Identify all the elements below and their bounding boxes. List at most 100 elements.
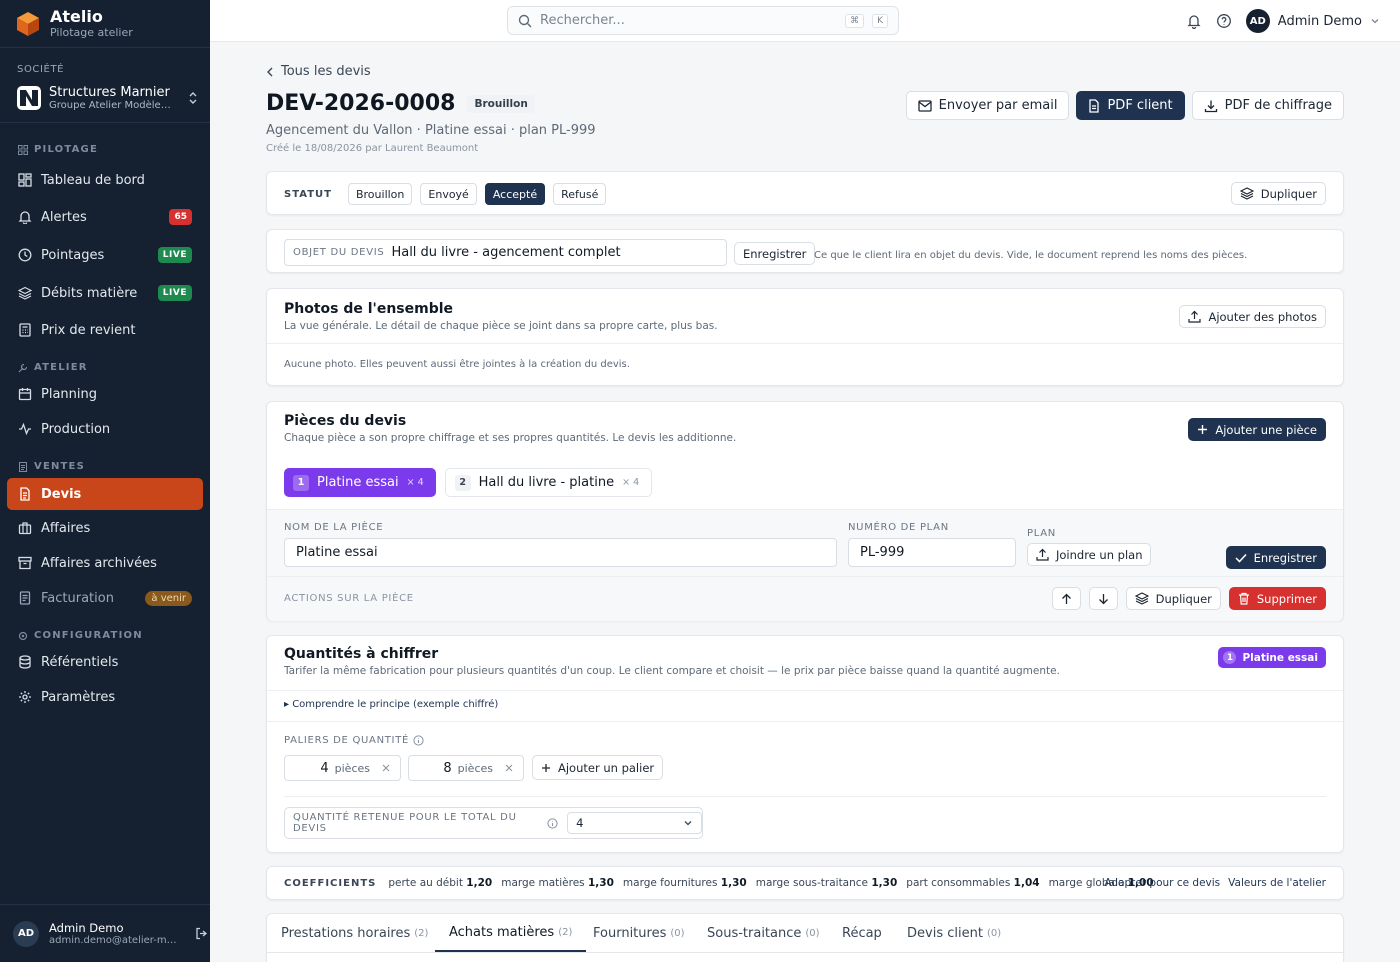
sidebar-item-parametres[interactable]: Paramètres: [7, 681, 203, 713]
duplicate-quote-button[interactable]: Dupliquer: [1230, 182, 1326, 205]
sidebar-item-prix-de-revient[interactable]: Prix de revient: [7, 314, 203, 346]
company-section-label: SOCIÉTÉ: [17, 64, 65, 75]
search-input[interactable]: Rechercher... ⌘ K: [507, 6, 899, 35]
objet-value: Hall du livre - agencement complet: [391, 245, 621, 260]
sidebar-user[interactable]: AD Admin Demo admin.demo@atelier-modele.…: [0, 904, 210, 962]
user-menu[interactable]: AD Admin Demo: [1245, 9, 1380, 33]
sidebar-item-tableau-de-bord[interactable]: Tableau de bord: [7, 164, 203, 196]
status-option-brouillon[interactable]: Brouillon: [347, 183, 413, 205]
adapt-coefficients-link[interactable]: Adapter pour ce devis: [1104, 877, 1220, 889]
piece-tab-1[interactable]: 1 Platine essai × 4: [284, 468, 436, 497]
workshop-defaults-link[interactable]: Valeurs de l'atelier: [1228, 877, 1326, 889]
coefficients-label: COEFFICIENTS: [284, 877, 377, 889]
back-link[interactable]: Tous les devis: [266, 64, 371, 79]
sidebar-item-alertes[interactable]: Alertes 65: [7, 201, 203, 233]
piece-name: Platine essai: [1242, 651, 1318, 664]
join-plan-button[interactable]: Joindre un plan: [1027, 543, 1152, 566]
remove-tier-icon[interactable]: [505, 764, 513, 772]
retained-quantity-select[interactable]: 4: [567, 812, 702, 834]
plan-number-input[interactable]: PL-999: [848, 538, 1016, 567]
sidebar-item-production[interactable]: Production: [7, 413, 203, 445]
status-option-envoye[interactable]: Envoyé: [420, 183, 477, 205]
notifications-bell-icon[interactable]: [1186, 13, 1202, 29]
topbar: Rechercher... ⌘ K AD Admin Demo: [210, 0, 1400, 42]
sidebar-item-affaires[interactable]: Affaires: [7, 512, 203, 544]
add-piece-button[interactable]: Ajouter une pièce: [1188, 418, 1326, 441]
coef-marge-sous-traitance: marge sous-traitance 1,30: [756, 877, 898, 889]
sidebar-item-pointages[interactable]: Pointages LIVE: [7, 239, 203, 271]
status-option-refuse[interactable]: Refusé: [553, 183, 607, 205]
save-piece-button[interactable]: Enregistrer: [1225, 546, 1326, 569]
coef-value: 1,30: [588, 877, 614, 889]
sidebar-item-devis[interactable]: Devis: [7, 478, 203, 510]
send-email-button[interactable]: Envoyer par email: [905, 91, 1070, 120]
calculator-icon: [18, 323, 32, 337]
coef-name: marge sous-traitance: [755, 877, 869, 889]
sidebar-item-referentiels[interactable]: Référentiels: [7, 646, 203, 678]
plus-icon: [1197, 424, 1208, 435]
arrow-down-icon: [1098, 593, 1109, 605]
shortcut-key: ⌘: [845, 13, 865, 28]
logout-icon[interactable]: [195, 927, 208, 940]
coming-soon-badge: à venir: [145, 590, 192, 606]
arrow-up-icon: [1061, 593, 1072, 605]
search-icon: [518, 14, 532, 28]
archive-icon: [18, 556, 32, 570]
tab-fournitures[interactable]: Fournitures (0): [593, 914, 685, 952]
piece-name-input[interactable]: Platine essai: [284, 538, 837, 567]
move-up-button[interactable]: [1051, 587, 1081, 610]
section-atelier: ATELIER: [0, 362, 88, 373]
pdf-client-button[interactable]: PDF client: [1076, 91, 1185, 120]
tab-label: Devis client: [907, 925, 983, 941]
tab-sous-traitance[interactable]: Sous-traitance (0): [707, 914, 820, 952]
objet-input[interactable]: OBJET DU DEVIS Hall du livre - agencemen…: [284, 239, 727, 266]
status-option-accepte[interactable]: Accepté: [484, 183, 546, 205]
photos-title: Photos de l'ensemble: [284, 301, 454, 317]
chevron-down-icon: [1370, 16, 1380, 26]
user-name: Admin Demo: [49, 921, 124, 935]
sidebar-item-debits-matiere[interactable]: Débits matière LIVE: [7, 277, 203, 309]
tab-achats-matieres[interactable]: Achats matières (2): [435, 914, 587, 952]
delete-piece-button[interactable]: Supprimer: [1228, 587, 1326, 610]
pieces-card: Pièces du devis Chaque pièce a son propr…: [266, 401, 1344, 621]
live-badge: LIVE: [157, 285, 192, 301]
delete-piece-label: Supprimer: [1256, 591, 1317, 606]
help-icon[interactable]: [1216, 13, 1232, 29]
pdf-chiffrage-button[interactable]: PDF de chiffrage: [1191, 91, 1344, 120]
remove-tier-icon[interactable]: [382, 764, 390, 772]
coef-marge-matieres: marge matières 1,30: [501, 877, 614, 889]
add-tier-button[interactable]: Ajouter un palier: [532, 755, 664, 780]
plus-icon: [541, 763, 551, 773]
sidebar-item-planning[interactable]: Planning: [7, 378, 203, 410]
tab-prestations-horaires[interactable]: Prestations horaires (2): [281, 914, 428, 952]
sidebar-item-label: Prix de revient: [41, 322, 136, 338]
receipt-icon: [18, 591, 32, 605]
coef-value: 1,30: [720, 877, 747, 889]
piece-tab-2[interactable]: 2 Hall du livre - platine × 4: [444, 468, 653, 497]
principle-toggle[interactable]: ▸ Comprendre le principe (exemple chiffr…: [284, 699, 498, 710]
tier-2[interactable]: 8 pièces: [408, 755, 524, 781]
duplicate-piece-button[interactable]: Dupliquer: [1125, 587, 1221, 610]
coef-name: perte au débit: [388, 877, 463, 889]
tab-recap[interactable]: Récap: [842, 914, 882, 952]
move-down-button[interactable]: [1088, 587, 1118, 610]
sidebar: Atelio Pilotage atelier SOCIÉTÉ Structur…: [0, 0, 210, 962]
section-label: PILOTAGE: [34, 144, 98, 155]
save-objet-button[interactable]: Enregistrer: [734, 242, 816, 265]
tier-1[interactable]: 4 pièces: [284, 755, 401, 781]
sidebar-item-facturation[interactable]: Facturation à venir: [7, 582, 203, 614]
brand[interactable]: Atelio Pilotage atelier: [0, 4, 210, 48]
search-placeholder: Rechercher...: [540, 13, 625, 28]
piece-actions-label: ACTIONS SUR LA PIÈCE: [284, 593, 414, 604]
back-link-label: Tous les devis: [281, 64, 371, 79]
company-switcher[interactable]: Structures Marnier Groupe Atelier Modèle…: [0, 75, 210, 123]
add-photos-button[interactable]: Ajouter des photos: [1179, 305, 1326, 328]
plan-label: PLAN: [1027, 528, 1056, 539]
sidebar-item-affaires-archivees[interactable]: Affaires archivées: [7, 547, 203, 579]
company-group: Groupe Atelier Modèle · Sarl: [49, 99, 173, 111]
download-icon: [1204, 99, 1218, 113]
bell-icon: [18, 210, 32, 224]
sidebar-item-label: Facturation: [41, 590, 114, 606]
tiers-label: PALIERS DE QUANTITÉ: [284, 735, 410, 746]
tab-devis-client[interactable]: Devis client (0): [907, 914, 1001, 952]
